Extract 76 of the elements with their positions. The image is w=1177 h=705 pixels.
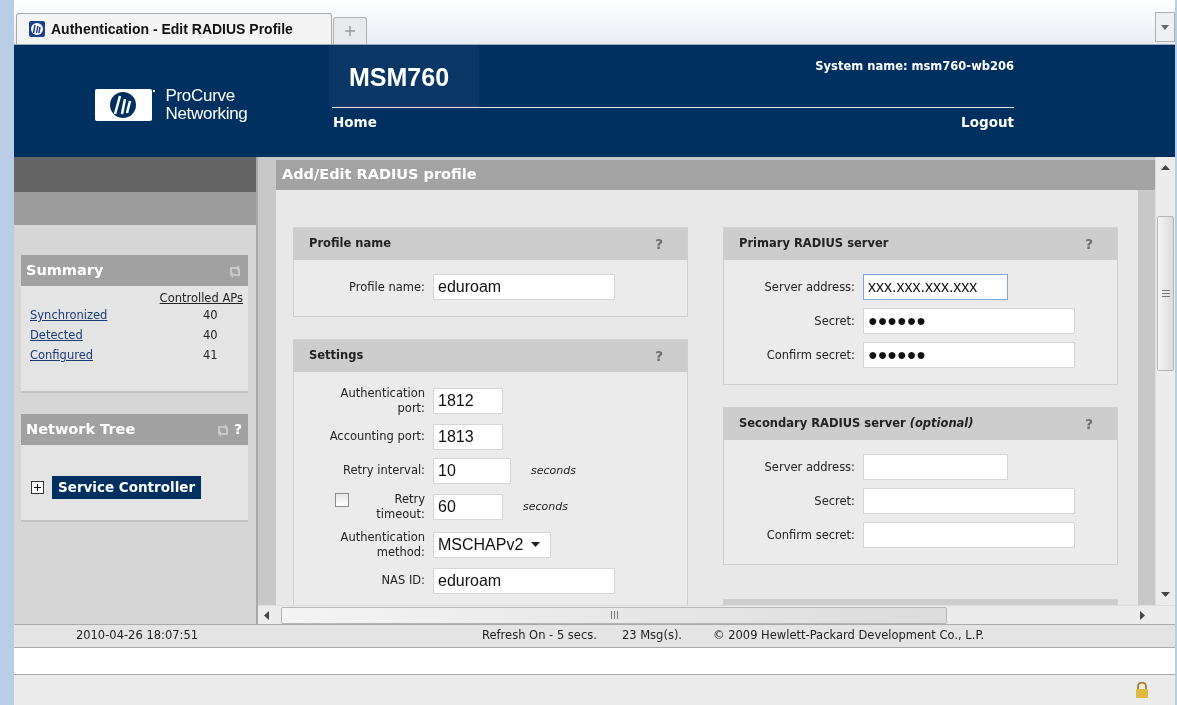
refresh-icon[interactable] <box>215 422 230 437</box>
new-tab-button[interactable] <box>333 17 367 44</box>
field-label: Accounting port: <box>329 429 425 445</box>
refresh-icon[interactable] <box>228 263 242 278</box>
field-label: Authentication method: <box>339 529 425 560</box>
system-name: System name: msm760-wb206 <box>815 58 1014 75</box>
input-field[interactable]: 1812 <box>433 387 503 414</box>
arrow-up-icon <box>1161 165 1170 170</box>
scroll-thumb[interactable] <box>281 606 947 624</box>
panel-title: Network Tree <box>26 419 136 439</box>
tree-item[interactable]: Service Controller <box>52 476 202 499</box>
field-label: NAS ID: <box>381 573 425 589</box>
panel-title: Settings <box>309 347 364 365</box>
copyright-text: © 2009 Hewlett-Packard Development Co., L.P. <box>713 627 985 645</box>
input-field[interactable] <box>863 522 1075 548</box>
input-field[interactable]: 1813 <box>433 423 503 450</box>
count-value: 40 <box>203 307 219 325</box>
dropdown[interactable]: MSCHAPv2 <box>433 531 551 558</box>
input-field[interactable]: eduroam <box>433 274 615 300</box>
status-text: 23 Msg(s). <box>621 627 683 645</box>
summary-link[interactable]: Synchronized <box>30 307 108 328</box>
lock-icon <box>1135 682 1149 698</box>
panel-title: Profile name <box>309 235 391 253</box>
input-field[interactable] <box>863 488 1075 514</box>
field-label: Profile name: <box>349 279 425 295</box>
nav-link[interactable]: Logout <box>961 112 1014 133</box>
panel-title: Secondary RADIUS server (optional) <box>739 415 974 433</box>
product-title: MSM760 <box>329 45 479 107</box>
grip-icon <box>610 611 618 619</box>
summary-link[interactable]: Configured <box>30 347 94 368</box>
horizontal-scrollbar[interactable] <box>258 605 1175 624</box>
arrow-right-icon[interactable] <box>1140 610 1145 620</box>
nav-link[interactable]: Home <box>333 112 377 133</box>
unit-label: seconds <box>531 462 576 479</box>
page-title: Add/Edit RADIUS profile <box>276 160 1155 190</box>
logo-icon <box>95 89 156 121</box>
arrow-down-icon[interactable] <box>1161 592 1170 597</box>
column-header: Controlled APs <box>159 290 243 307</box>
status-text: 2010-04-26 18:07:51 <box>74 627 200 645</box>
field-label: Secret: <box>814 313 855 329</box>
tab-list-button[interactable] <box>1155 12 1175 42</box>
logo-text: Networking <box>165 105 248 123</box>
input-field[interactable]: 60 <box>433 493 503 520</box>
field-label: Secret: <box>814 493 855 509</box>
field-label: Confirm secret: <box>766 527 855 543</box>
browser-tab[interactable]: Authentication - Edit RADIUS Profile <box>16 13 332 44</box>
caret-icon <box>1161 24 1169 30</box>
panel-title: Primary RADIUS server <box>739 235 889 253</box>
input-field[interactable] <box>863 454 1008 480</box>
checkbox[interactable] <box>335 492 349 507</box>
input-field[interactable]: ●●●●●● <box>863 308 1075 334</box>
site-icon <box>29 21 45 37</box>
field-label: Retry timeout: <box>375 491 425 522</box>
arrow-left-icon[interactable] <box>264 610 269 620</box>
input-field[interactable]: ●●●●●● <box>863 342 1075 368</box>
field-label: Retry interval: <box>343 463 425 479</box>
grip-icon <box>1161 290 1170 297</box>
input-field[interactable]: 10 <box>433 457 511 484</box>
summary-link[interactable]: Detected <box>30 327 83 348</box>
caret-icon <box>531 542 541 548</box>
count-value: 40 <box>203 327 219 345</box>
input-field[interactable]: xxx.xxx.xxx.xxx <box>863 274 1008 300</box>
panel-title: Summary <box>26 260 104 280</box>
scroll-thumb[interactable] <box>1157 216 1174 371</box>
field-label: Server address: <box>764 279 855 295</box>
unit-label: seconds <box>523 498 568 515</box>
field-label: Authentication port: <box>339 386 425 416</box>
status-text: Refresh On - 5 secs. <box>482 627 597 645</box>
input-field[interactable]: eduroam <box>433 567 615 594</box>
field-label: Confirm secret: <box>766 347 855 363</box>
logo-text: ProCurve <box>165 87 236 105</box>
expand-icon[interactable] <box>31 480 44 494</box>
vertical-scrollbar[interactable] <box>1155 157 1175 605</box>
plus-icon <box>345 26 355 36</box>
field-label: Server address: <box>764 459 855 475</box>
count-value: 41 <box>203 347 219 365</box>
